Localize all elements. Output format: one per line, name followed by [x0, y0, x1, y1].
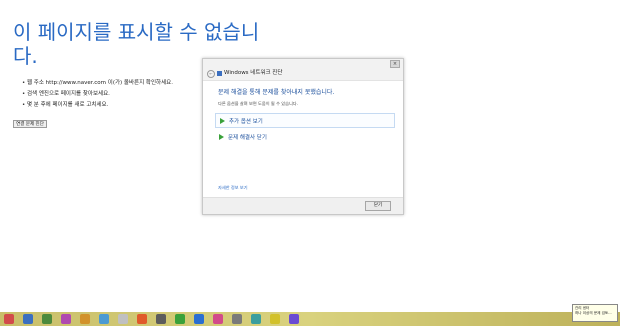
dialog-footer: 닫기: [203, 197, 403, 214]
taskbar: [0, 312, 620, 326]
taskbar-app-icon[interactable]: [4, 314, 14, 324]
taskbar-app-icon[interactable]: [270, 314, 280, 324]
dialog-subtext: 다른 옵션을 살펴 보면 도움이 될 수 있습니다.: [218, 101, 298, 106]
green-arrow-icon: [219, 134, 224, 140]
more-options-option[interactable]: 추가 옵션 보기: [215, 113, 395, 128]
close-troubleshooter-option[interactable]: 문제 해결사 닫기: [215, 130, 393, 143]
taskbar-app-icon[interactable]: [213, 314, 223, 324]
tip-item: 검색 엔진으로 페이지를 찾아보세요.: [22, 89, 173, 100]
network-diagnostics-dialog: × ← Windows 네트워크 진단 문제 해결을 통해 문제를 찾아내지 못…: [202, 58, 404, 215]
tip-item: 몇 분 후에 페이지를 새로 고치세요.: [22, 100, 173, 111]
dialog-titlebar: ×: [203, 59, 403, 68]
taskbar-app-icon[interactable]: [23, 314, 33, 324]
taskbar-app-icon[interactable]: [156, 314, 166, 324]
taskbar-app-icon[interactable]: [175, 314, 185, 324]
option-label: 문제 해결사 닫기: [228, 135, 267, 141]
taskbar-app-icon[interactable]: [232, 314, 242, 324]
tips-list: 웹 주소 http://www.naver.com 이(가) 올바른지 확인하세…: [22, 78, 173, 111]
close-button[interactable]: 닫기: [365, 201, 391, 211]
action-center-tooltip: 관리 센터 하나 이상의 문제 검토...: [572, 304, 618, 322]
dialog-title: Windows 네트워크 진단: [224, 70, 283, 76]
network-icon: [217, 71, 222, 76]
more-info-link[interactable]: 자세한 정보 보기: [218, 185, 248, 191]
dialog-nav: ← Windows 네트워크 진단: [203, 68, 403, 81]
tooltip-line: 하나 이상의 문제 검토...: [575, 311, 612, 315]
tip-item: 웹 주소 http://www.naver.com 이(가) 올바른지 확인하세…: [22, 78, 173, 89]
taskbar-app-icon[interactable]: [118, 314, 128, 324]
green-arrow-icon: [220, 118, 225, 124]
taskbar-app-icon[interactable]: [251, 314, 261, 324]
diagnose-connection-button[interactable]: 연결 문제 진단: [13, 120, 47, 128]
taskbar-app-icon[interactable]: [194, 314, 204, 324]
taskbar-app-icon[interactable]: [99, 314, 109, 324]
option-label: 추가 옵션 보기: [229, 119, 263, 125]
dialog-body: 문제 해결을 통해 문제를 찾아내지 못했습니다. 다른 옵션을 살펴 보면 도…: [203, 81, 403, 205]
dialog-headline: 문제 해결을 통해 문제를 찾아내지 못했습니다.: [218, 89, 335, 96]
taskbar-app-icon[interactable]: [137, 314, 147, 324]
back-arrow-icon[interactable]: ←: [207, 70, 215, 78]
taskbar-app-icon[interactable]: [61, 314, 71, 324]
taskbar-app-icon[interactable]: [80, 314, 90, 324]
close-icon[interactable]: ×: [390, 60, 400, 68]
taskbar-app-icon[interactable]: [289, 314, 299, 324]
taskbar-app-icon[interactable]: [42, 314, 52, 324]
